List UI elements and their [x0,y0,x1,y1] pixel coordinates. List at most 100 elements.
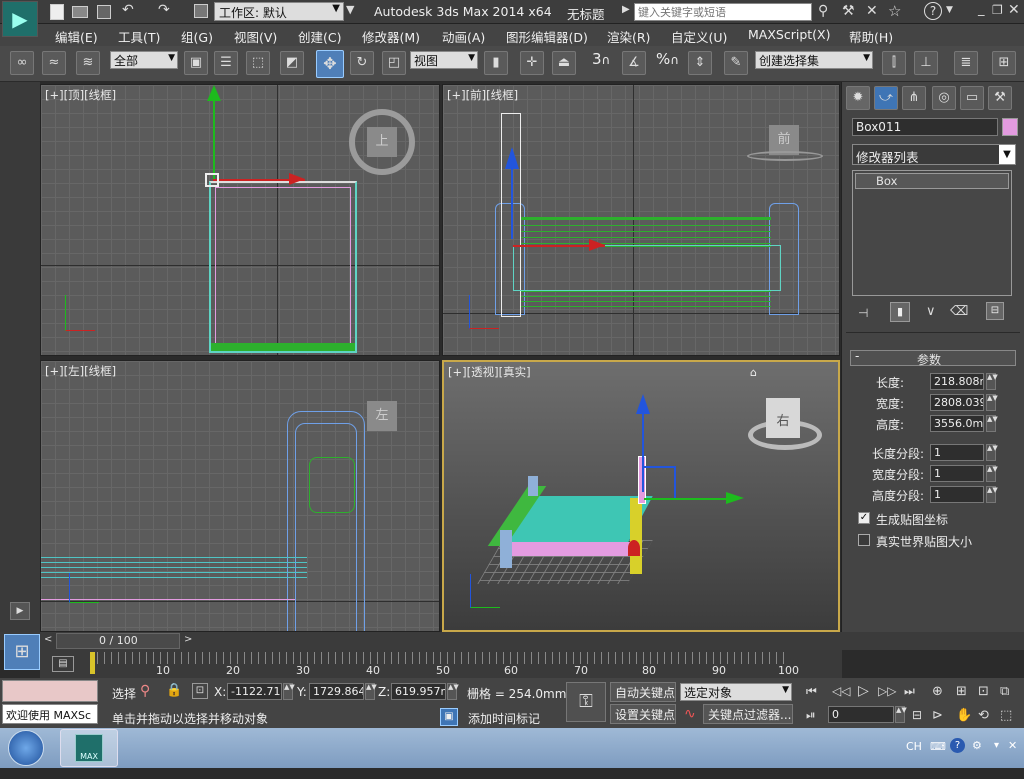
viewport-perspective[interactable]: 右 ⌂ [+][透视][真实] [442,360,840,632]
window-crossing-icon[interactable]: ◩ [280,51,304,75]
length-field[interactable]: 218.808m [930,373,984,390]
select-and-rotate-icon[interactable]: ↻ [350,51,374,75]
prev-frame-icon[interactable]: ◁◁ [832,684,850,698]
time-slider-next[interactable]: > [184,634,196,648]
binoculars-icon[interactable]: ⚲ [818,3,828,19]
spinner-snap-icon[interactable]: ⇕ [688,51,712,75]
viewport-label[interactable]: [+][前][线框] [447,87,518,103]
subscription-icon[interactable]: ⚒ [842,3,855,19]
lock-selection-icon[interactable]: 🔒 [166,683,182,698]
goto-end-icon[interactable]: ⏭ [904,684,915,699]
favorites-icon[interactable]: ☆ [888,2,901,20]
key-filters-button[interactable]: 关键点过滤器... [703,704,793,724]
parameters-rollout-header[interactable]: - 参数 [850,349,1016,367]
menu-group[interactable]: 组(G) [181,27,213,46]
remove-modifier-icon[interactable]: ⌫ [950,304,968,319]
menu-views[interactable]: 视图(V) [234,27,277,46]
object-color-swatch[interactable] [1002,118,1018,136]
play-arrow-icon[interactable]: ▶ [622,4,630,15]
gizmo-plane-handle[interactable] [642,466,676,498]
gen-mapping-checkbox[interactable]: ✓ [858,512,870,524]
maximize-viewport-icon[interactable]: ⬚ [1000,708,1012,723]
project-folder-icon[interactable] [194,4,208,18]
width-segs-field[interactable]: 1 [930,465,984,482]
key-mode-dropdown[interactable]: 选定对象 ▼ [680,683,792,701]
app-logo-icon[interactable]: ▶ [2,1,38,37]
open-file-icon[interactable] [72,6,88,18]
menu-maxscript[interactable]: MAXScript(X) [748,27,830,42]
field-of-view-icon[interactable]: ⊳ [932,708,943,723]
keyboard-shortcut-icon[interactable]: ⏏ [552,51,576,75]
key-mode-toggle-icon[interactable]: ⏯ [806,708,816,723]
viewport-top[interactable]: 上 [+][顶][线框] [40,84,440,356]
render-setup-icon[interactable]: ⊞ [992,51,1016,75]
viewport-layout-icon[interactable]: ⊞ [4,634,40,670]
viewcube-ring[interactable] [747,151,823,161]
menu-create[interactable]: 创建(C) [298,27,341,46]
object-name-field[interactable]: Box011 [852,118,998,136]
length-segs-field[interactable]: 1 [930,444,984,461]
save-file-icon[interactable] [97,5,111,19]
rect-selection-icon[interactable]: ⬚ [246,51,270,75]
home-icon[interactable]: ⌂ [750,366,757,379]
start-button-icon[interactable] [8,730,44,766]
keyboard-icon[interactable]: ⌨ [930,740,946,753]
select-by-name-icon[interactable]: ☰ [214,51,238,75]
pin-stack-icon[interactable]: ⊣ [858,306,868,320]
modifier-list-dropdown[interactable]: 修改器列表 ▼ [852,144,1016,165]
filmstrip-icon[interactable]: ▤ [52,656,74,672]
menu-animation[interactable]: 动画(A) [442,27,485,46]
viewcube-face[interactable]: 上 [367,127,397,157]
viewcube-perspective[interactable]: 右 [766,398,800,438]
set-key-icon[interactable]: ⚿ [566,682,606,722]
height-field[interactable]: 3556.0mm [930,415,984,432]
input-language[interactable]: CH [906,740,922,753]
y-coord-spinner[interactable]: ▲▼ [365,683,377,700]
time-config-icon[interactable]: ⊟ [912,708,922,722]
unlink-icon[interactable]: ≈ [42,51,66,75]
ref-coord-dropdown[interactable]: 视图 ▼ [410,51,478,69]
percent-snap-button[interactable]: %∩ [656,50,679,68]
edit-named-selection-icon[interactable]: ✎ [724,51,748,75]
next-frame-icon[interactable]: ▷▷ [878,684,896,698]
time-slider-track[interactable]: 0 / 100 [56,633,180,649]
height-segs-field[interactable]: 1 [930,486,984,503]
viewcube-top[interactable]: 上 [349,109,415,175]
selection-filter-dropdown[interactable]: 全部 ▼ [110,51,178,69]
gizmo-center-box[interactable] [205,173,219,187]
align-icon[interactable]: ⊥ [914,51,938,75]
auto-key-button[interactable]: 自动关键点 [610,682,676,702]
link-icon[interactable]: ∞ [10,51,34,75]
close-icon[interactable]: ✕ [1008,2,1020,18]
time-slider-prev[interactable]: < [44,634,56,648]
new-file-icon[interactable] [50,4,64,20]
menu-rendering[interactable]: 渲染(R) [607,27,650,46]
menu-modifiers[interactable]: 修改器(M) [362,27,420,46]
menu-help[interactable]: 帮助(H) [849,27,893,46]
goto-start-icon[interactable]: ⏮ [806,684,817,699]
height-spinner[interactable]: ▲▼ [986,415,998,432]
utilities-tab-icon[interactable]: ⚒ [988,86,1012,110]
create-tab-icon[interactable]: ✹ [846,86,870,110]
angle-snap-icon[interactable]: ∡ [622,51,646,75]
trackbar-current-frame[interactable] [90,652,95,674]
viewport-label[interactable]: [+][左][线框] [45,363,116,379]
select-manipulate-icon[interactable]: ✛ [520,51,544,75]
modify-tab-icon[interactable]: ⤻ [874,86,898,110]
bind-spacewarp-icon[interactable]: ≋ [76,51,100,75]
redo-icon[interactable]: ↷ [158,2,170,18]
configure-sets-icon[interactable]: ⊟ [986,302,1004,320]
tray-close-icon[interactable]: ✕ [1008,739,1017,752]
play-icon[interactable]: ▷ [858,683,869,699]
restore-icon[interactable]: ❐ [992,3,1003,17]
show-end-result-icon[interactable]: ▮ [890,302,910,322]
viewport-label[interactable]: [+][透视][真实] [448,364,531,380]
hierarchy-tab-icon[interactable]: ⋔ [902,86,926,110]
snap-toggle-button[interactable]: 3∩ [592,50,610,68]
maxscript-mini-listener[interactable] [2,680,98,702]
z-coord-field[interactable]: 619.957mr [391,683,446,700]
taskbar-app-3dsmax[interactable]: MAX [60,729,118,767]
make-unique-icon[interactable]: ∨ [926,304,936,319]
select-object-icon[interactable]: ▣ [184,51,208,75]
expand-panel-icon[interactable]: ▶ [10,602,30,620]
